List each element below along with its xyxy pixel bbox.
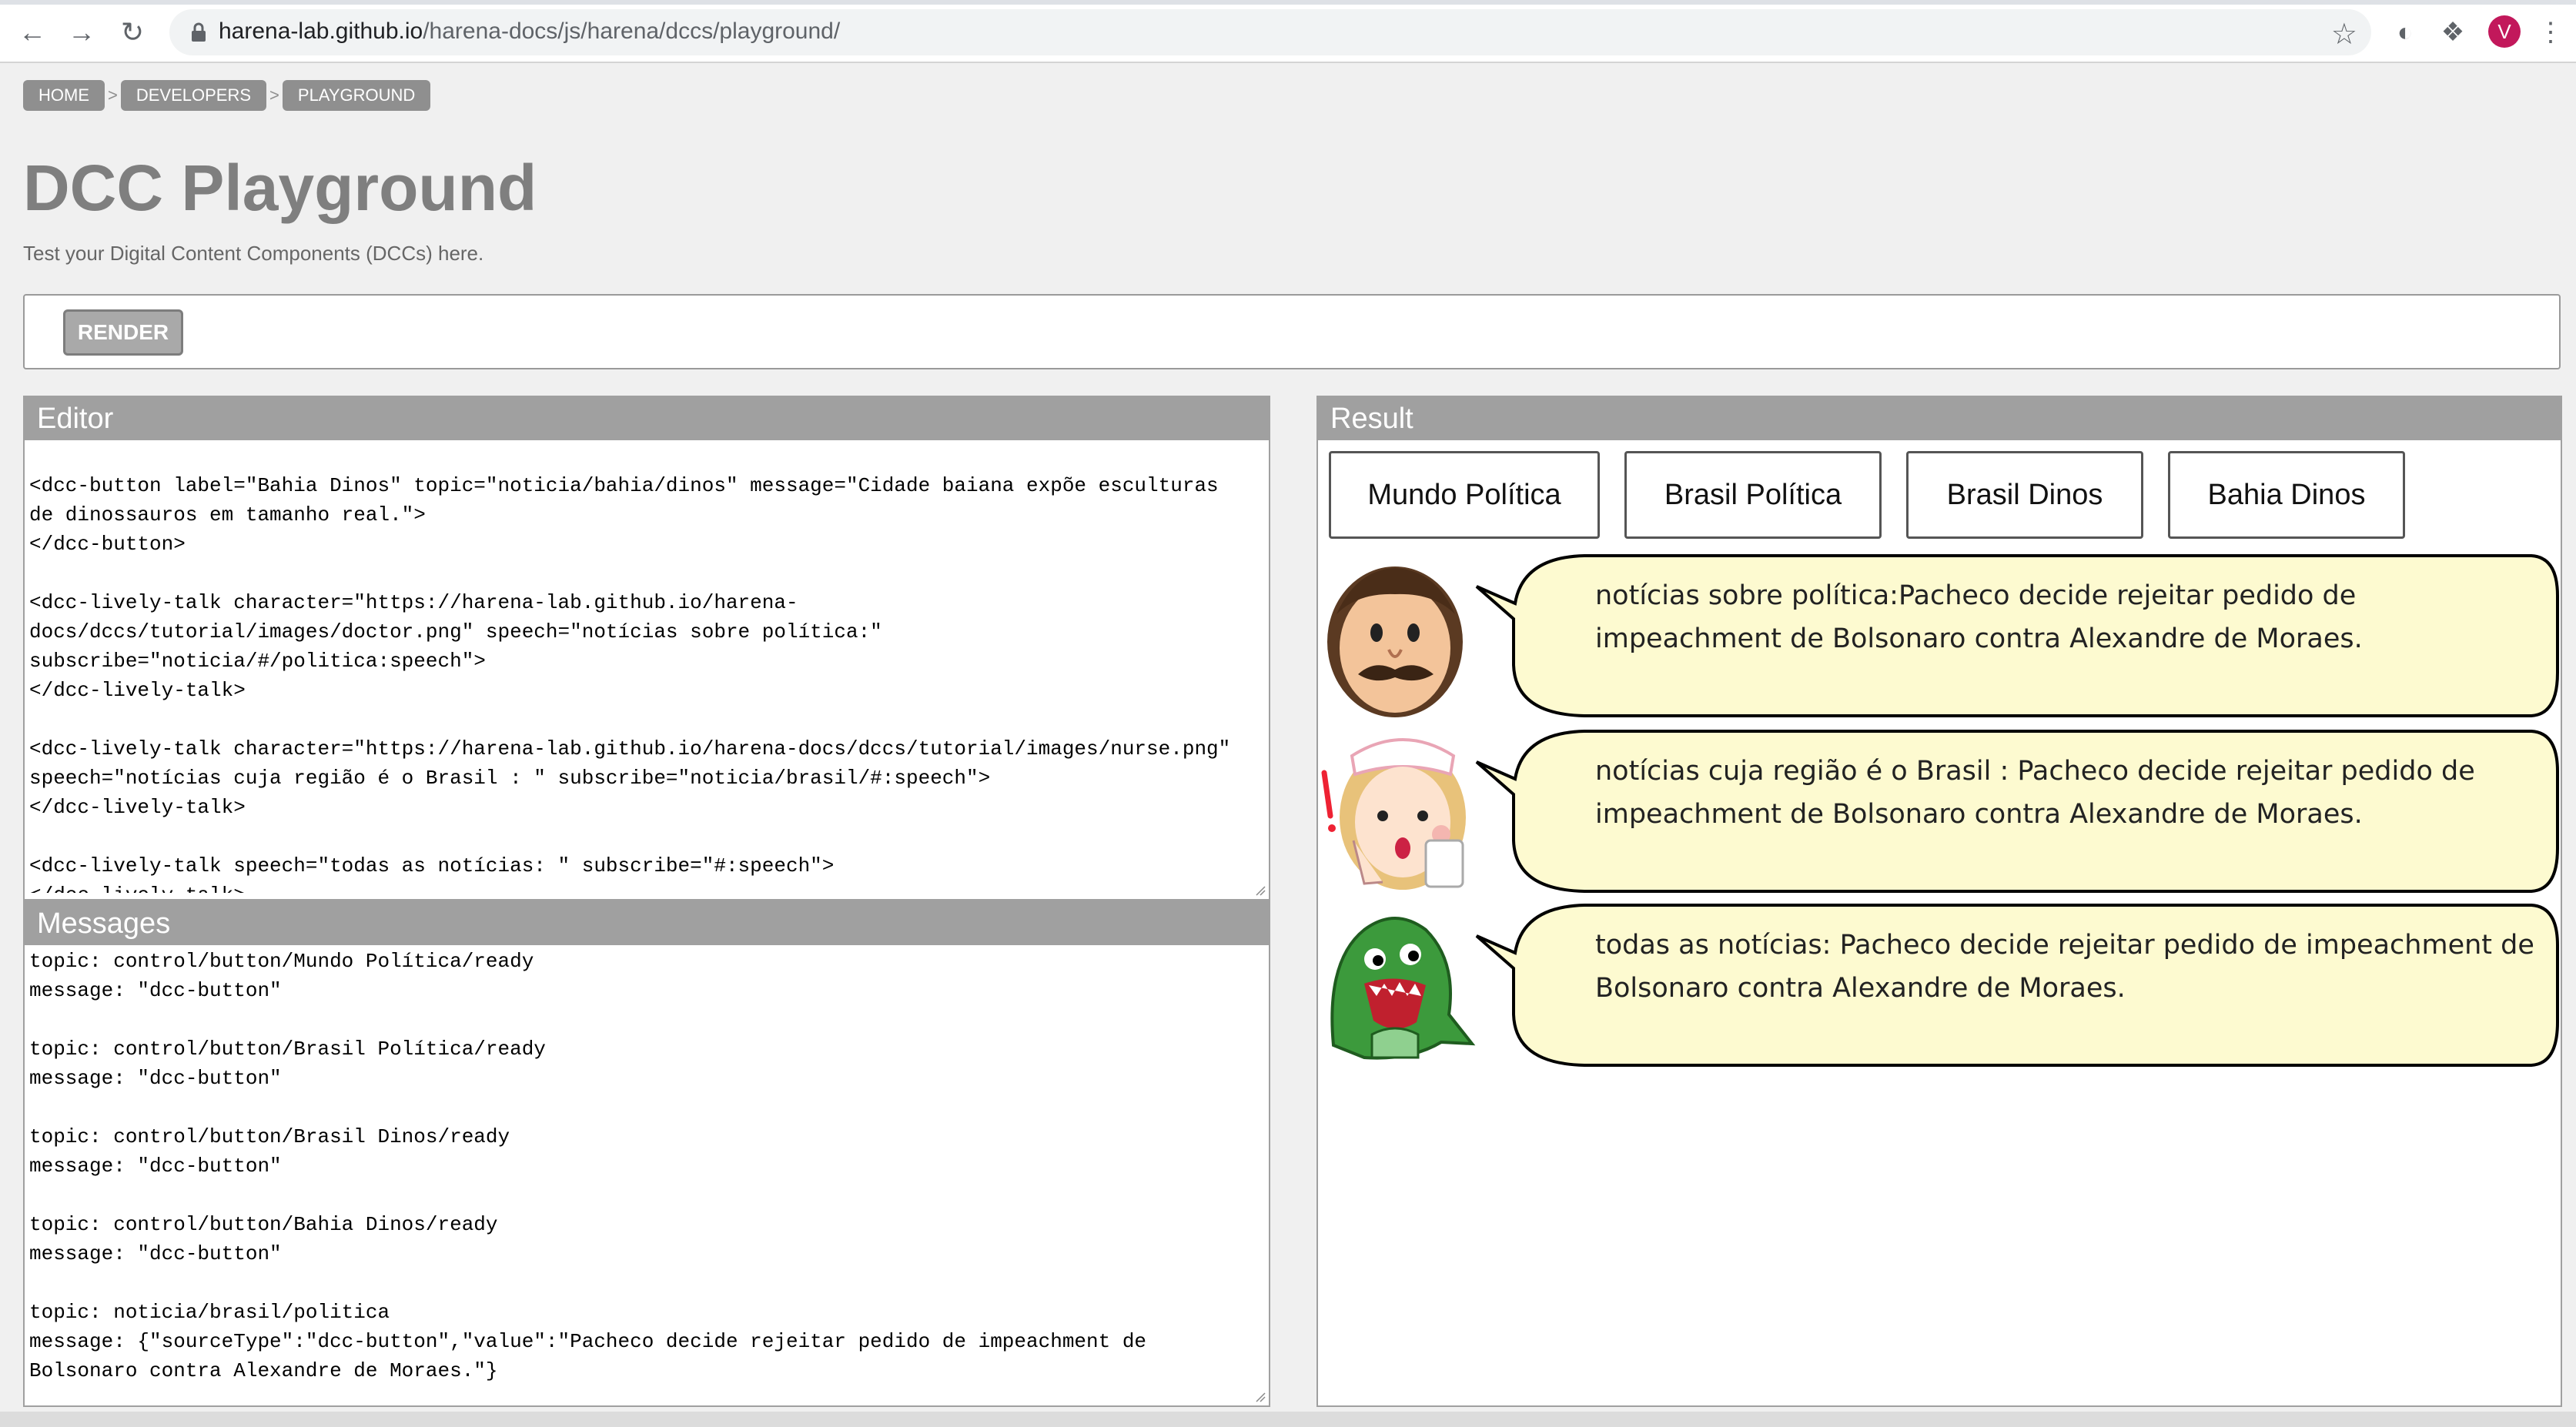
result-header: Result (1318, 397, 2561, 440)
nurse-character-icon (1321, 738, 1466, 890)
page-subtitle: Test your Digital Content Components (DC… (23, 242, 484, 265)
tab-strip (0, 0, 2576, 5)
bookmark-star-icon[interactable]: ☆ (2331, 17, 2357, 52)
render-toolbar: RENDER (23, 294, 2561, 369)
dinosaur-character-icon (1330, 917, 1476, 1060)
breadcrumb-home[interactable]: HOME (23, 80, 105, 111)
lock-icon (192, 22, 206, 42)
puzzle-extensions-icon[interactable]: ❖ (2436, 15, 2470, 49)
resize-grip-icon[interactable] (1253, 884, 1266, 896)
brasil-politica-button[interactable]: Brasil Política (1624, 451, 1882, 539)
lively-talk-dinosaur: todas as notícias: Pacheco decide rejeit… (1318, 899, 2561, 1071)
editor-panel: Editor <dcc-button label="Bahia Dinos" t… (23, 396, 1270, 901)
resize-grip-icon[interactable] (1253, 1390, 1266, 1402)
brasil-dinos-button[interactable]: Brasil Dinos (1906, 451, 2143, 539)
editor-header: Editor (25, 397, 1269, 440)
bottom-edge (0, 1412, 2576, 1427)
breadcrumb-separator: > (108, 85, 118, 105)
lively-talk-doctor: notícias sobre política:Pacheco decide r… (1318, 550, 2561, 722)
page-title: DCC Playground (23, 152, 537, 224)
lively-talk-nurse: notícias cuja região é o Brasil : Pachec… (1318, 725, 2561, 897)
messages-log[interactable]: topic: control/button/Mundo Política/rea… (29, 947, 1264, 1402)
bahia-dinos-button[interactable]: Bahia Dinos (2168, 451, 2405, 539)
extension-icon[interactable]: ◐ (2388, 15, 2422, 49)
mundo-politica-button[interactable]: Mundo Política (1329, 451, 1600, 539)
result-panel: Result Mundo Política Brasil Política Br… (1316, 396, 2562, 1407)
address-bar[interactable]: harena-lab.github.io/harena-docs/js/hare… (169, 9, 2371, 55)
breadcrumb: HOME > DEVELOPERS > PLAYGROUND (23, 80, 431, 111)
messages-panel: Messages topic: control/button/Mundo Pol… (23, 901, 1270, 1407)
messages-header: Messages (25, 902, 1269, 945)
breadcrumb-separator: > (269, 85, 279, 105)
browser-menu-icon[interactable]: ⋮ (2538, 15, 2564, 49)
reload-icon[interactable]: ↻ (115, 15, 149, 49)
back-icon[interactable]: ← (15, 15, 49, 49)
breadcrumb-playground[interactable]: PLAYGROUND (282, 80, 431, 111)
forward-icon[interactable]: → (65, 15, 99, 49)
browser-toolbar: ← → ↻ harena-lab.github.io/harena-docs/j… (0, 0, 2576, 63)
editor-textarea[interactable]: <dcc-button label="Bahia Dinos" topic="n… (29, 471, 1264, 893)
speech-text: notícias sobre política:Pacheco decide r… (1595, 580, 2363, 654)
speech-text: notícias cuja região é o Brasil : Pachec… (1595, 756, 2475, 830)
doctor-character-icon (1327, 566, 1463, 717)
topic-button-row: Mundo Política Brasil Política Brasil Di… (1329, 451, 2430, 539)
profile-avatar[interactable]: V (2488, 15, 2521, 48)
breadcrumb-developers[interactable]: DEVELOPERS (120, 80, 267, 111)
render-button[interactable]: RENDER (63, 309, 183, 356)
speech-text: todas as notícias: Pacheco decide rejeit… (1595, 930, 2534, 1004)
url-text: harena-lab.github.io/harena-docs/js/hare… (219, 18, 841, 44)
